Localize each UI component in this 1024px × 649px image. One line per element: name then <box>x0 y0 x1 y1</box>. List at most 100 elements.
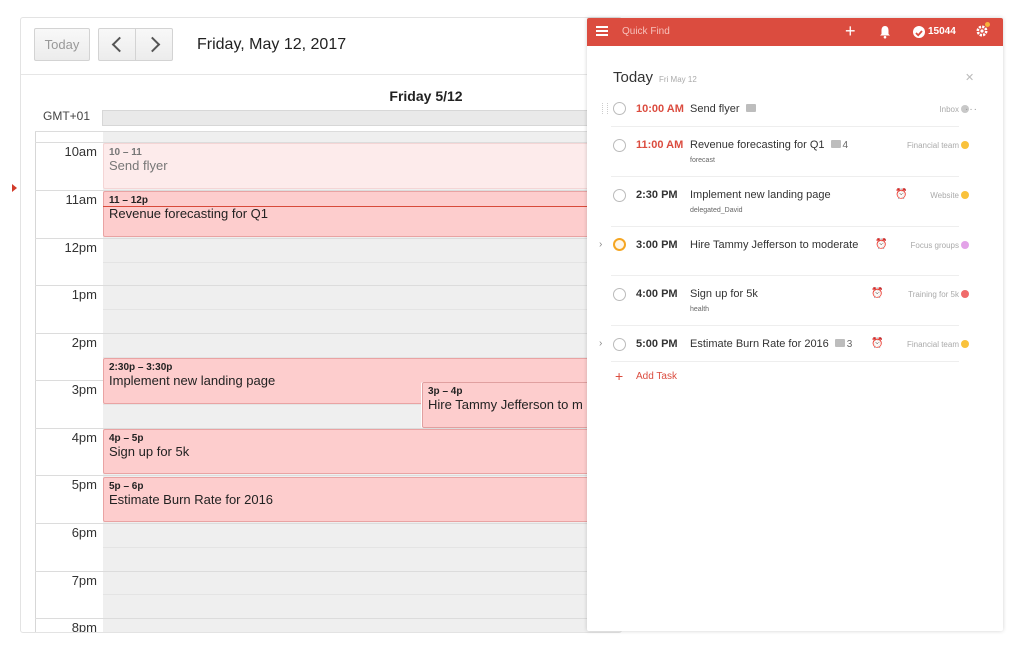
task-name[interactable]: Revenue forecasting for Q1 4 <box>690 139 848 151</box>
task-project[interactable]: Financial team <box>907 340 959 349</box>
grid-line <box>35 131 621 132</box>
task-name[interactable]: Sign up for 5k <box>690 288 758 300</box>
alarm-clock-icon[interactable]: ⏰ <box>875 239 887 250</box>
current-time-line <box>103 206 621 207</box>
add-task-icon[interactable]: + <box>615 368 623 384</box>
calendar-date-title: Friday, May 12, 2017 <box>197 36 347 53</box>
project-color-dot <box>961 141 969 149</box>
project-color-dot <box>961 290 969 298</box>
task-time: 10:00 AM <box>636 103 684 115</box>
task-name[interactable]: Implement new landing page <box>690 189 831 201</box>
task-label[interactable]: delegated_David <box>690 207 743 214</box>
bell-icon[interactable] <box>879 25 891 39</box>
alarm-clock-icon[interactable]: ⏰ <box>895 189 907 200</box>
task-checkbox[interactable] <box>613 338 626 351</box>
task-checkbox[interactable] <box>613 189 626 202</box>
hour-label: 6pm <box>71 525 97 540</box>
comment-icon[interactable] <box>834 339 845 348</box>
karma-count[interactable]: 15044 <box>928 26 956 37</box>
task-name-text: Send flyer <box>690 103 740 115</box>
previous-day-button[interactable] <box>98 28 136 61</box>
time-grid: 10am 11am 12pm 1pm 2pm 3pm 4pm 5pm 6pm 7… <box>35 131 621 632</box>
event-time: 2:30p – 3:30p <box>109 362 173 373</box>
task-divider <box>611 275 959 276</box>
calendar-event[interactable]: 4p – 5p Sign up for 5k <box>103 429 621 474</box>
hour-label: 2pm <box>71 335 97 350</box>
task-project[interactable]: Training for 5k <box>908 290 959 299</box>
event-title: Sign up for 5k <box>109 444 190 459</box>
alarm-clock-icon[interactable]: ⏰ <box>871 288 883 299</box>
today-button[interactable]: Today <box>34 28 90 61</box>
task-project[interactable]: Inbox <box>939 105 959 114</box>
comment-icon[interactable] <box>830 140 841 149</box>
grid-line <box>35 333 621 334</box>
grid-line <box>35 571 621 572</box>
task-divider <box>611 361 959 362</box>
hour-label: 12pm <box>64 240 97 255</box>
task-label[interactable]: health <box>690 306 709 313</box>
drag-handle-icon[interactable] <box>602 103 608 114</box>
event-title: Estimate Burn Rate for 2016 <box>109 492 274 507</box>
chevron-left-icon <box>111 36 127 53</box>
hour-label: 4pm <box>71 430 97 445</box>
hour-label: 3pm <box>71 382 97 397</box>
comment-count: 3 <box>846 339 853 350</box>
task-name[interactable]: Send flyer <box>690 103 756 115</box>
task-time: 2:30 PM <box>636 189 678 201</box>
task-name[interactable]: Estimate Burn Rate for 2016 3 <box>690 338 852 350</box>
calendar-event[interactable]: 11 – 12p Revenue forecasting for Q1 <box>103 191 621 237</box>
quick-find-input[interactable]: Quick Find <box>622 26 670 37</box>
current-time-marker <box>12 184 17 192</box>
all-day-row[interactable] <box>102 110 621 126</box>
project-color-dot <box>961 191 969 199</box>
grid-line <box>103 594 621 595</box>
karma-icon[interactable] <box>913 26 925 38</box>
grid-line <box>103 262 621 263</box>
task-checkbox[interactable] <box>613 288 626 301</box>
next-day-button[interactable] <box>135 28 173 61</box>
task-divider <box>611 176 959 177</box>
add-task-plus-icon[interactable]: + <box>845 22 856 40</box>
alarm-clock-icon[interactable]: ⏰ <box>871 338 883 349</box>
grid-line <box>35 238 621 239</box>
grid-line <box>35 475 621 476</box>
event-time: 5p – 6p <box>109 481 144 492</box>
calendar-toolbar: Today Friday, May 12, 2017 <box>21 18 621 75</box>
more-options-icon[interactable]: ··· <box>965 104 978 115</box>
day-column-header: Friday 5/12 <box>389 88 463 104</box>
chevron-right-icon <box>144 36 160 53</box>
task-time: 5:00 PM <box>636 338 678 350</box>
grid-line <box>35 285 621 286</box>
event-title: Revenue forecasting for Q1 <box>109 206 268 221</box>
expand-subtasks-arrow-icon[interactable]: › <box>599 239 602 250</box>
grid-line <box>35 523 621 524</box>
project-color-dot <box>961 340 969 348</box>
calendar-window: Today Friday, May 12, 2017 Friday 5/12 G… <box>20 17 622 633</box>
task-checkbox[interactable] <box>613 238 626 251</box>
expand-icon[interactable]: ✕ <box>965 71 974 84</box>
top-bar: Quick Find + 15044 <box>587 18 1003 46</box>
expand-subtasks-arrow-icon[interactable]: › <box>599 338 602 349</box>
task-project[interactable]: Financial team <box>907 141 959 150</box>
task-label[interactable]: forecast <box>690 157 715 164</box>
event-title: Send flyer <box>109 158 168 173</box>
add-task-button[interactable]: Add Task <box>636 371 677 382</box>
comment-icon[interactable] <box>745 104 756 113</box>
hour-label: 10am <box>64 144 97 159</box>
task-name[interactable]: Hire Tammy Jefferson to moderate <box>690 239 858 251</box>
task-divider <box>611 325 959 326</box>
menu-icon[interactable] <box>596 26 608 36</box>
comment-count: 4 <box>842 140 849 151</box>
calendar-event[interactable]: 5p – 6p Estimate Burn Rate for 2016 <box>103 477 621 522</box>
calendar-event[interactable]: 10 – 11 Send flyer <box>103 143 621 189</box>
task-checkbox[interactable] <box>613 139 626 152</box>
task-time: 11:00 AM <box>636 139 684 151</box>
hour-label: 11am <box>65 192 97 207</box>
task-project[interactable]: Focus groups <box>911 241 959 250</box>
grid-line <box>35 618 621 619</box>
task-checkbox[interactable] <box>613 102 626 115</box>
view-date: Fri May 12 <box>659 75 697 84</box>
task-divider <box>611 126 959 127</box>
task-project[interactable]: Website <box>930 191 959 200</box>
event-time: 11 – 12p <box>109 195 148 206</box>
